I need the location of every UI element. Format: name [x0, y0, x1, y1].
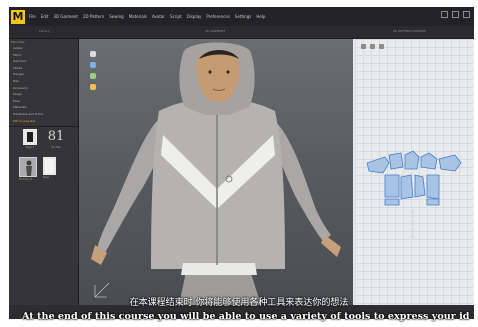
page-label: Page — [43, 176, 50, 180]
thumbnail-avatar[interactable]: Female_01 — [19, 157, 43, 181]
pattern-pieces — [366, 150, 462, 239]
close-icon[interactable] — [463, 11, 470, 18]
menu-help[interactable]: Help — [256, 14, 265, 19]
menu-edit[interactable]: Edit — [41, 14, 49, 19]
maximize-icon[interactable] — [452, 11, 459, 18]
divider — [9, 126, 78, 128]
subtitle-english: At the end of this course you will be ab… — [22, 311, 470, 322]
app-logo: M — [11, 9, 25, 24]
subtitle-chinese: 在本课程结束时 你将能够使用各种工具来表达你的想法 — [129, 298, 349, 308]
library-item-materials[interactable]: Materials — [9, 104, 78, 111]
library-item-pose[interactable]: Pose — [9, 98, 78, 105]
menu-preferences[interactable]: Preferences — [206, 14, 230, 19]
menu-display[interactable]: Display — [187, 14, 202, 19]
avatar-with-hoodie — [91, 42, 341, 305]
library-item-accessory[interactable]: Accessory — [9, 85, 78, 92]
avatar-image — [19, 157, 37, 178]
2d-pattern-window[interactable] — [355, 39, 474, 305]
thumbnail-page-2[interactable]: Page — [43, 157, 56, 181]
library-thumbnails: Page 1 81 81.zfab — [9, 129, 78, 149]
menu-script[interactable]: Script — [170, 14, 182, 19]
page-thumbnail-image — [23, 129, 37, 146]
menu-2d-pattern[interactable]: 2D Pattern — [83, 14, 104, 19]
menu-sewing[interactable]: Sewing — [109, 14, 123, 19]
toolbar: Library 3D GARMENT 2D PATTERN WINDOW — [9, 26, 474, 39]
pattern-window-title: 2D PATTERN WINDOW — [393, 29, 427, 33]
library-item-avatar[interactable]: Avatar — [9, 45, 78, 52]
thumbnail-label: 81.zfab — [51, 146, 61, 150]
page-image — [43, 157, 56, 176]
library-item-stage[interactable]: Stage — [9, 91, 78, 98]
library-item-shoes[interactable]: Shoes — [9, 65, 78, 72]
thumbnail-fabric-81[interactable]: 81 81.zfab — [47, 129, 65, 149]
menu-3d-garment[interactable]: 3D Garment — [53, 14, 77, 19]
library-item-garment[interactable]: Garment — [9, 58, 78, 65]
library-title: Library — [39, 29, 50, 33]
library-item-md-course[interactable]: MD Course Ref — [9, 118, 78, 125]
menu-settings[interactable]: Settings — [235, 14, 251, 19]
library-panel: Favorites Avatar Fabric Garment Shoes Ha… — [9, 39, 79, 305]
window-controls — [437, 11, 470, 18]
thumbnail-page[interactable]: Page 1 — [21, 129, 39, 149]
thumbnail-label: Page 1 — [25, 146, 35, 150]
menu-items: File Edit 3D Garment 2D Pattern Sewing M… — [29, 14, 270, 19]
menu-file[interactable]: File — [29, 14, 36, 19]
fabric-number: 81 — [47, 129, 65, 145]
library-item-fabric[interactable]: Fabric — [9, 52, 78, 59]
minimize-icon[interactable] — [441, 11, 448, 18]
menu-avatar[interactable]: Avatar — [152, 14, 165, 19]
avatar-label: Female_01 — [19, 178, 33, 182]
menu-bar: M File Edit 3D Garment 2D Pattern Sewing… — [9, 7, 474, 26]
menu-materials[interactable]: Materials — [129, 14, 147, 19]
library-item-hardware[interactable]: Hardware and Trims — [9, 111, 78, 118]
library-item-hanger[interactable]: Hanger — [9, 71, 78, 78]
app-window: M File Edit 3D Garment 2D Pattern Sewing… — [9, 7, 474, 319]
viewport-title: 3D GARMENT — [205, 29, 226, 33]
library-item-hair[interactable]: Hair — [9, 78, 78, 85]
avatar-thumbnails: Female_01 Page — [9, 157, 78, 181]
3d-viewport[interactable] — [79, 39, 355, 305]
